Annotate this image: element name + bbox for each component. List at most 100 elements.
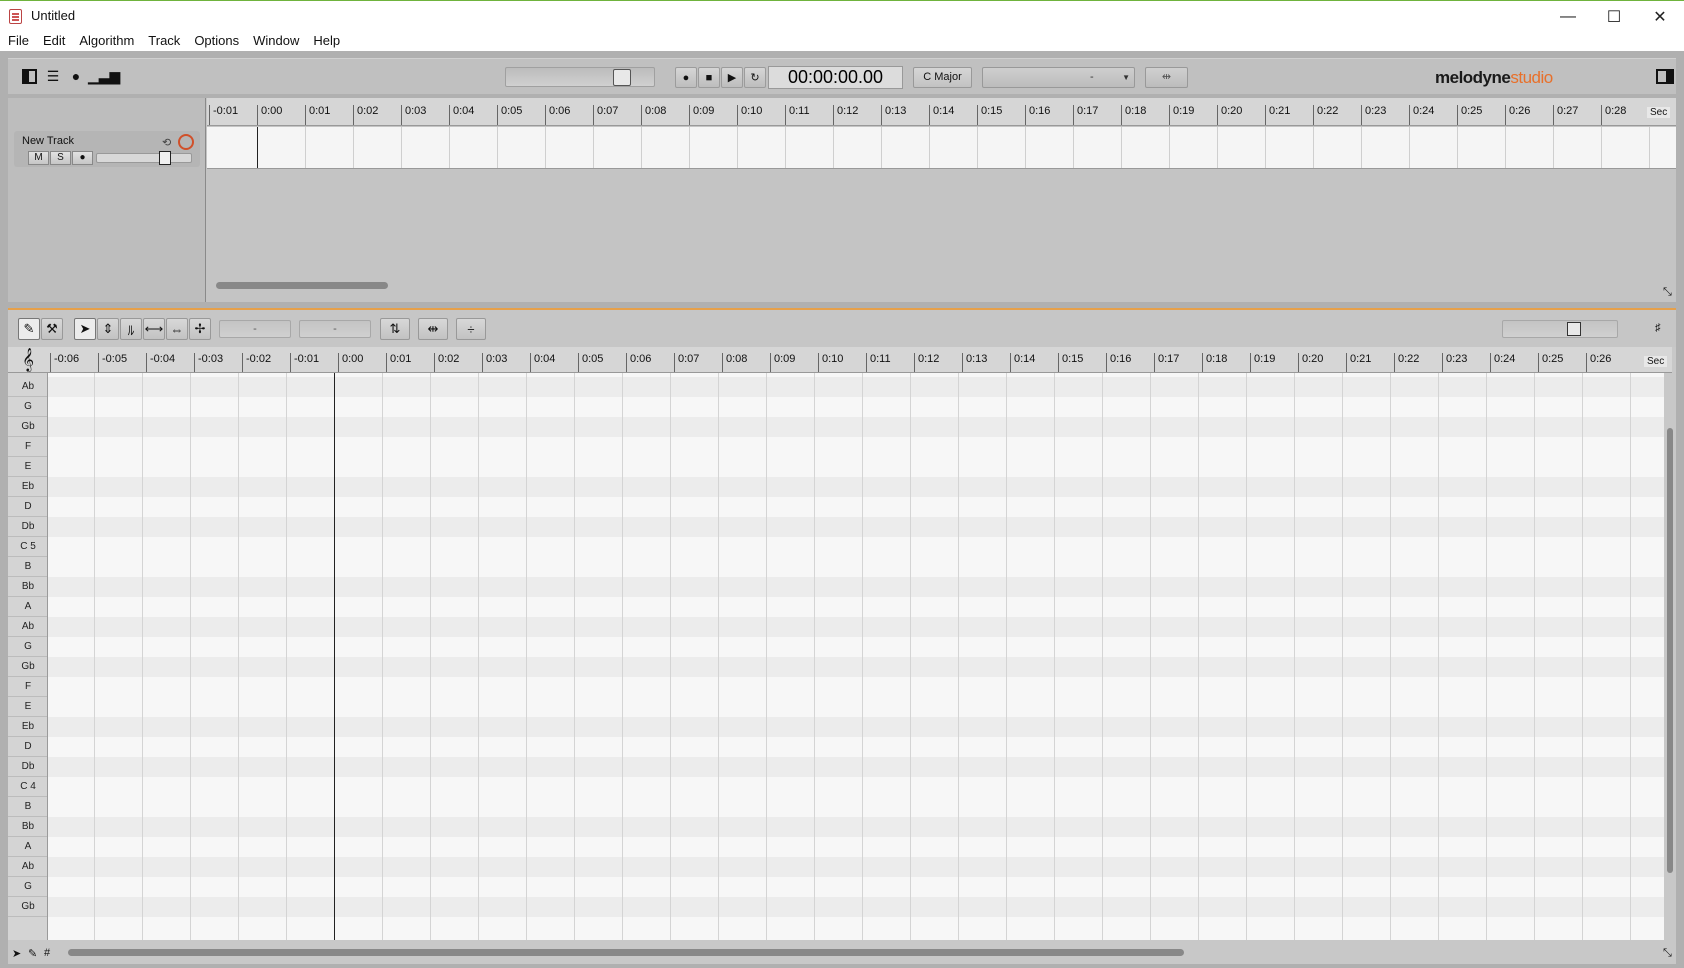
pitch-lane [48, 817, 1664, 837]
playhead[interactable] [257, 127, 258, 168]
time-field[interactable]: - [299, 320, 371, 338]
pitch-label[interactable]: C 4 [8, 777, 47, 797]
pitch-label[interactable]: B [8, 797, 47, 817]
play-button[interactable]: ▶ [721, 67, 743, 88]
position-slider-knob[interactable] [613, 69, 631, 86]
pitch-label[interactable]: D [8, 737, 47, 757]
pitch-label[interactable]: F [8, 437, 47, 457]
ruler-tick-label: 0:03 [401, 105, 426, 125]
pitch-label[interactable]: Gb [8, 897, 47, 917]
pitch-label[interactable]: C 5 [8, 537, 47, 557]
pitch-label[interactable]: D [8, 497, 47, 517]
pitch-label[interactable]: Bb [8, 817, 47, 837]
stop-button[interactable]: ■ [698, 67, 720, 88]
note-separation-tool-icon[interactable]: ✢ [189, 318, 211, 340]
pitch-tool-icon[interactable]: ⇕ [97, 318, 119, 340]
menu-file[interactable]: File [0, 31, 35, 51]
clef-icon[interactable]: 𝄞 [8, 347, 48, 373]
edit-track-icon[interactable] [178, 134, 194, 150]
pitch-label[interactable]: G [8, 637, 47, 657]
grid-icon[interactable]: # [44, 947, 50, 959]
pitch-label[interactable]: A [8, 597, 47, 617]
arrangement-horizontal-scrollbar[interactable] [216, 282, 388, 289]
menu-track[interactable]: Track [140, 31, 186, 51]
ruler-tick-label: 0:24 [1490, 353, 1515, 372]
link-icon[interactable]: ⟲ [162, 136, 171, 149]
position-slider[interactable] [505, 67, 655, 87]
ruler-unit-label[interactable]: Sec [1647, 107, 1671, 118]
main-tool-arrow-icon[interactable]: ➤ [74, 318, 96, 340]
menu-algorithm[interactable]: Algorithm [71, 31, 140, 51]
tempo-detect-button[interactable]: ⇹ [1145, 67, 1188, 88]
left-panel-toggle-icon[interactable] [22, 69, 37, 84]
pitch-label[interactable]: E [8, 697, 47, 717]
key-button[interactable]: C Major [913, 67, 972, 88]
pitch-label[interactable]: F [8, 677, 47, 697]
pitch-label[interactable]: Eb [8, 477, 47, 497]
zoom-slider[interactable] [1502, 320, 1618, 338]
right-panel-toggle-icon[interactable] [1656, 69, 1674, 84]
track-name[interactable]: New Track [22, 135, 74, 147]
minimize-button[interactable]: — [1545, 1, 1591, 32]
pitch-label[interactable]: Ab [8, 857, 47, 877]
pitch-label[interactable]: E [8, 457, 47, 477]
quantize-time-icon[interactable]: ⇹ [418, 318, 448, 340]
pitch-label[interactable]: G [8, 877, 47, 897]
track-header[interactable]: New Track ⟲ M S ● [14, 131, 200, 167]
time-tool-icon[interactable]: ⇔ [166, 318, 188, 340]
tool-settings-icon[interactable]: ⚒ [41, 318, 63, 340]
pitch-label[interactable]: Db [8, 517, 47, 537]
note-grid[interactable] [48, 373, 1664, 940]
maximize-button[interactable]: ☐ [1591, 1, 1637, 32]
pitch-ruler[interactable]: Ab G Gb F E Eb D Db C 5 B Bb A Ab G Gb F E Eb D Db C 4 B Bb A Ab… [8, 373, 48, 940]
ruler-unit-label[interactable]: Sec [1644, 356, 1668, 367]
loop-button[interactable]: ↻ [744, 67, 766, 88]
pitch-label[interactable]: Gb [8, 657, 47, 677]
zoom-corner-icon[interactable]: ⤡ [1663, 286, 1672, 299]
blob-note-icon[interactable]: ● [66, 67, 86, 85]
mute-button[interactable]: M [28, 151, 49, 165]
pitch-label[interactable]: Gb [8, 417, 47, 437]
pitch-label[interactable]: Db [8, 757, 47, 777]
formant-tool-icon[interactable]: ﾙ [120, 318, 142, 340]
arrow-tool-icon[interactable]: ➤ [12, 947, 21, 960]
editor-horizontal-scrollbar[interactable] [68, 949, 1184, 956]
level-meter-icon[interactable]: ▁▃▆ [88, 67, 120, 85]
menu-options[interactable]: Options [186, 31, 245, 51]
volume-slider-knob[interactable] [159, 151, 171, 165]
pitch-label[interactable]: A [8, 837, 47, 857]
editor-ruler[interactable]: -0:06 -0:05 -0:04 -0:03 -0:02 -0:01 0:00 0:01 0:… [48, 347, 1672, 373]
editor-zoom-corner-icon[interactable]: ⤡ [1663, 947, 1672, 960]
solo-button[interactable]: S [50, 151, 71, 165]
vertical-scroll-thumb[interactable] [1667, 428, 1673, 873]
track-lane[interactable] [207, 127, 1676, 169]
zoom-slider-knob[interactable] [1567, 322, 1581, 336]
menu-window[interactable]: Window [245, 31, 305, 51]
edit-mode-icon[interactable]: ✎ [18, 318, 40, 340]
playhead[interactable] [334, 373, 335, 940]
volume-slider[interactable] [96, 151, 192, 165]
pitch-field[interactable]: - [219, 320, 291, 338]
pitch-label[interactable]: Ab [8, 617, 47, 637]
tempo-field[interactable]: - ▼ [982, 67, 1135, 88]
close-button[interactable]: ✕ [1637, 1, 1683, 32]
record-arm-button[interactable]: ● [72, 151, 93, 165]
pitch-label[interactable]: Ab [8, 377, 47, 397]
scale-icon[interactable]: ÷ [456, 318, 486, 340]
ruler-tick-label: 0:16 [1106, 353, 1131, 372]
pencil-icon[interactable]: ✎ [28, 947, 37, 960]
record-button[interactable]: ● [675, 67, 697, 88]
editor-vertical-scrollbar[interactable] [1665, 373, 1676, 940]
pitch-label[interactable]: G [8, 397, 47, 417]
amplitude-tool-icon[interactable]: ⟷ [143, 318, 165, 340]
correct-pitch-icon[interactable]: ⇅ [380, 318, 410, 340]
menu-edit[interactable]: Edit [35, 31, 71, 51]
mixer-icon[interactable]: ☰ [42, 67, 64, 85]
arrangement-ruler[interactable]: -0:01 0:00 0:01 0:02 0:03 0:04 0:05 0:06 0:07 0:0… [207, 98, 1676, 126]
chord-icon[interactable]: ♯ [1655, 322, 1661, 334]
menu-help[interactable]: Help [305, 31, 346, 51]
pitch-label[interactable]: Bb [8, 577, 47, 597]
pitch-label[interactable]: Eb [8, 717, 47, 737]
pitch-label[interactable]: B [8, 557, 47, 577]
ruler-tick-label: 0:11 [785, 105, 810, 125]
